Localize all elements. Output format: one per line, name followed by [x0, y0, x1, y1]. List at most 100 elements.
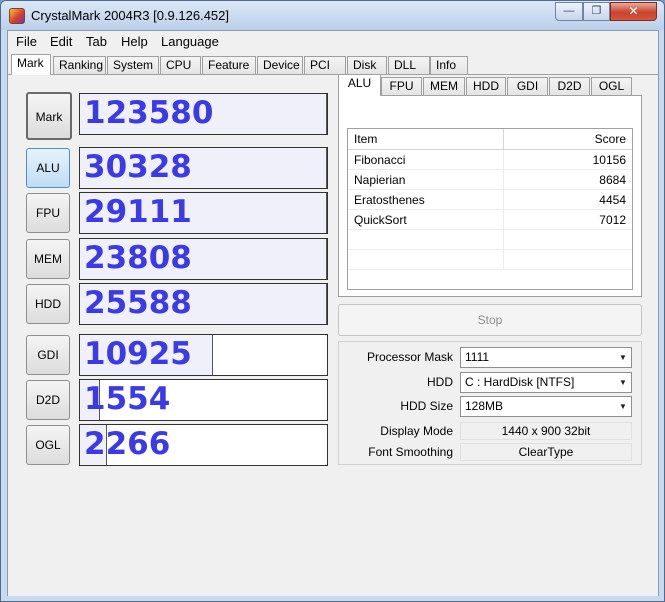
- hdd-size-select[interactable]: 128MB ▼: [460, 396, 632, 417]
- score-value-alu: 30328: [84, 149, 192, 185]
- display-mode-label: Display Mode: [380, 424, 453, 438]
- score-box-ogl: 2266: [79, 424, 328, 466]
- stop-button[interactable]: Stop: [338, 304, 642, 336]
- gdi-button[interactable]: GDI: [26, 335, 70, 375]
- row-divider: [503, 210, 504, 230]
- list-item[interactable]: Eratosthenes 4454: [348, 190, 632, 210]
- menu-file[interactable]: File: [16, 34, 37, 49]
- list-empty-row: [348, 250, 632, 270]
- list-item-name: Napierian: [354, 173, 406, 187]
- processor-mask-value: 1111: [465, 350, 490, 364]
- tab-device[interactable]: Device: [257, 56, 303, 75]
- score-box-alu: 30328: [79, 147, 328, 189]
- score-value-gdi: 10925: [84, 336, 192, 372]
- ogl-button[interactable]: OGL: [26, 425, 70, 465]
- close-button[interactable]: ✕: [610, 2, 657, 21]
- subtab-fpu[interactable]: FPU: [381, 77, 422, 96]
- settings-panel: Processor Mask 1111 ▼ HDD C : HardDisk […: [338, 341, 642, 465]
- score-box-mem: 23808: [79, 238, 328, 280]
- subtab-hdd[interactable]: HDD: [466, 77, 506, 96]
- hdd-size-label: HDD Size: [400, 399, 453, 413]
- tab-cpu[interactable]: CPU: [160, 56, 201, 75]
- column-header-score[interactable]: Score: [595, 132, 626, 146]
- tab-ranking[interactable]: Ranking: [53, 56, 106, 75]
- maximize-button[interactable]: ❐: [583, 2, 610, 21]
- list-item-score: 4454: [599, 193, 626, 207]
- score-value-hdd: 25588: [84, 285, 192, 321]
- menu-help[interactable]: Help: [121, 34, 148, 49]
- score-value-ogl: 2266: [84, 426, 171, 462]
- result-panel: Item Score Fibonacci 10156 Napierian 868…: [338, 95, 642, 297]
- subtab-mem[interactable]: MEM: [423, 77, 465, 96]
- row-divider: [503, 150, 504, 170]
- font-smoothing-value: ClearType: [460, 443, 632, 461]
- score-box-gdi: 10925: [79, 334, 328, 376]
- hdd-select[interactable]: C : HardDisk [NTFS] ▼: [460, 372, 632, 393]
- list-item-name: QuickSort: [354, 213, 407, 227]
- subtab-alu[interactable]: ALU: [338, 74, 381, 96]
- tab-info[interactable]: Info: [430, 56, 468, 75]
- subtab-d2d[interactable]: D2D: [549, 77, 590, 96]
- minimize-button[interactable]: —: [555, 2, 583, 21]
- processor-mask-select[interactable]: 1111 ▼: [460, 347, 632, 368]
- list-item-name: Fibonacci: [354, 153, 406, 167]
- font-smoothing-label: Font Smoothing: [368, 445, 453, 459]
- window-title: CrystalMark 2004R3 [0.9.126.452]: [31, 8, 229, 23]
- app-window: CrystalMark 2004R3 [0.9.126.452] — ❐ ✕ F…: [0, 0, 665, 602]
- chevron-down-icon[interactable]: ▼: [615, 348, 631, 367]
- column-divider: [503, 129, 504, 150]
- hdd-size-value: 128MB: [465, 399, 504, 413]
- subtab-gdi[interactable]: GDI: [507, 77, 548, 96]
- tab-dll[interactable]: DLL: [388, 56, 430, 75]
- subtab-ogl[interactable]: OGL: [591, 77, 632, 96]
- score-box-d2d: 1554: [79, 379, 328, 421]
- score-value-fpu: 29111: [84, 194, 192, 230]
- tab-mark[interactable]: Mark: [11, 54, 51, 75]
- tab-feature[interactable]: Feature: [202, 56, 256, 75]
- app-icon[interactable]: [9, 8, 25, 24]
- score-box-fpu: 29111: [79, 192, 328, 234]
- hdd-label: HDD: [427, 375, 453, 389]
- list-item-score: 8684: [599, 173, 626, 187]
- alu-button[interactable]: ALU: [26, 148, 70, 188]
- list-item-score: 10156: [592, 153, 626, 167]
- list-item[interactable]: Napierian 8684: [348, 170, 632, 190]
- fpu-button[interactable]: FPU: [26, 193, 70, 233]
- row-divider: [503, 190, 504, 210]
- list-item[interactable]: QuickSort 7012: [348, 210, 632, 230]
- chevron-down-icon[interactable]: ▼: [615, 373, 631, 392]
- row-divider: [503, 170, 504, 190]
- menu-bar: File Edit Tab Help Language: [8, 31, 658, 52]
- column-header-item[interactable]: Item: [354, 132, 377, 146]
- chevron-down-icon[interactable]: ▼: [615, 397, 631, 416]
- list-item-score: 7012: [599, 213, 626, 227]
- menu-edit[interactable]: Edit: [50, 34, 72, 49]
- display-mode-value: 1440 x 900 32bit: [460, 422, 632, 440]
- score-box-mark: 123580: [79, 93, 328, 135]
- score-value-d2d: 1554: [84, 381, 171, 417]
- client-area: File Edit Tab Help Language Mark Ranking…: [7, 30, 659, 596]
- hdd-value: C : HardDisk [NTFS]: [465, 375, 575, 389]
- d2d-button[interactable]: D2D: [26, 380, 70, 420]
- main-tabs: Mark Ranking System CPU Feature Device P…: [8, 54, 658, 75]
- list-item[interactable]: Fibonacci 10156: [348, 150, 632, 170]
- tab-pci[interactable]: PCI: [304, 56, 346, 75]
- score-value-mem: 23808: [84, 240, 192, 276]
- row-divider: [503, 230, 504, 250]
- row-divider: [503, 250, 504, 270]
- menu-tab[interactable]: Tab: [86, 34, 107, 49]
- tab-system[interactable]: System: [107, 56, 159, 75]
- menu-language[interactable]: Language: [161, 34, 219, 49]
- list-header: Item Score: [348, 129, 632, 150]
- mark-button[interactable]: Mark: [26, 92, 72, 140]
- processor-mask-label: Processor Mask: [366, 350, 453, 364]
- title-bar[interactable]: CrystalMark 2004R3 [0.9.126.452] — ❐ ✕: [1, 1, 664, 30]
- result-tabs: ALU FPU MEM HDD GDI D2D OGL: [338, 74, 642, 96]
- tab-disk[interactable]: Disk: [347, 56, 387, 75]
- score-value-mark: 123580: [84, 95, 214, 131]
- score-box-hdd: 25588: [79, 283, 328, 325]
- mem-button[interactable]: MEM: [26, 239, 70, 279]
- hdd-button[interactable]: HDD: [26, 284, 70, 324]
- list-item-name: Eratosthenes: [354, 193, 425, 207]
- result-list[interactable]: Item Score Fibonacci 10156 Napierian 868…: [347, 128, 633, 290]
